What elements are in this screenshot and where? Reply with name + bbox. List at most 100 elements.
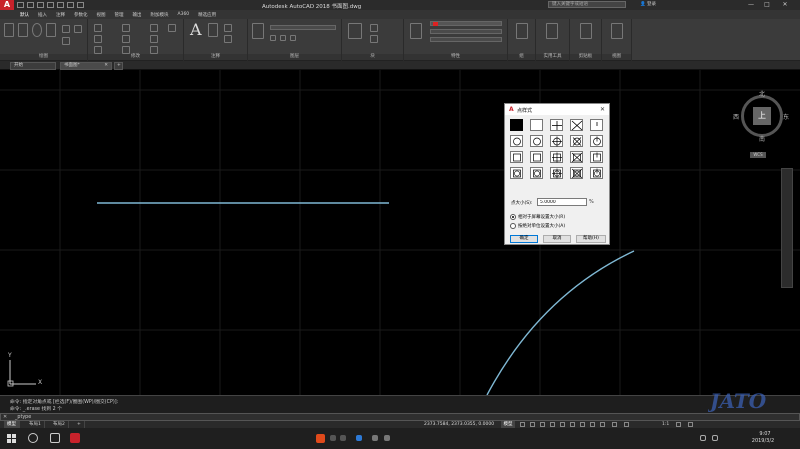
customization-icon[interactable]: [688, 422, 693, 427]
taskbar-clock-date[interactable]: 2019/3/2: [746, 438, 780, 444]
tray-icon-2[interactable]: [340, 435, 346, 441]
autocad-taskbar-icon[interactable]: [70, 433, 80, 443]
compass-north[interactable]: 北: [759, 89, 765, 98]
annotation-scale-value[interactable]: 1:1: [662, 422, 669, 427]
new-file-icon[interactable]: [17, 2, 24, 8]
wcs-menu[interactable]: WCS: [750, 152, 766, 158]
panel-block-title[interactable]: 块: [342, 54, 403, 60]
help-button[interactable]: 帮助(H): [576, 235, 606, 243]
redo-icon[interactable]: [77, 2, 84, 8]
tray-icon-3[interactable]: [356, 435, 362, 441]
search-input[interactable]: 键入关键字或短语: [548, 1, 626, 8]
scale-tool-icon[interactable]: [122, 46, 130, 54]
login-button[interactable]: 👤 登录: [640, 1, 656, 7]
tab-layout2[interactable]: 布局2: [50, 421, 69, 428]
layer-state-icon[interactable]: [270, 35, 276, 41]
osnap-toggle-icon[interactable]: [560, 422, 565, 427]
text-tool-icon[interactable]: A: [190, 20, 202, 39]
arc-tool-icon[interactable]: [46, 23, 56, 37]
radio-relative-label[interactable]: 相对于屏幕设置大小(R): [518, 214, 565, 220]
rectangle-tool-icon[interactable]: [62, 25, 70, 33]
point-style-circle-dot[interactable]: [510, 135, 523, 147]
save-as-icon[interactable]: [47, 2, 54, 8]
point-style-circle-square[interactable]: [530, 167, 543, 179]
point-style-circle-plus[interactable]: [550, 135, 563, 147]
command-close-icon[interactable]: ✕: [3, 414, 7, 420]
tray-icon-4[interactable]: [372, 435, 378, 441]
tab-start[interactable]: 开始: [10, 62, 56, 70]
trim-tool-icon[interactable]: [150, 24, 158, 32]
point-style-dot[interactable]: [510, 119, 523, 131]
view-icon[interactable]: [611, 23, 623, 39]
paste-icon[interactable]: [580, 23, 592, 39]
tab-close-icon[interactable]: ✕: [104, 63, 108, 69]
drawing-canvas[interactable]: [0, 70, 800, 395]
polar-toggle-icon[interactable]: [550, 422, 555, 427]
annotation-visibility-icon[interactable]: [612, 422, 617, 427]
annotation-scale-icon[interactable]: [624, 422, 629, 427]
viewcube[interactable]: 上 北 南 西 东: [733, 89, 789, 143]
panel-clipboard-title[interactable]: 剪贴板: [570, 54, 601, 60]
dialog-close-button[interactable]: ✕: [600, 106, 605, 113]
tab-home[interactable]: 默认: [20, 12, 29, 18]
add-layout-button[interactable]: +: [74, 421, 85, 428]
create-block-icon[interactable]: [370, 24, 378, 32]
input-method-icon[interactable]: [316, 434, 325, 443]
tab-annotate[interactable]: 注释: [56, 12, 65, 18]
color-dropdown[interactable]: [430, 21, 502, 26]
radio-relative-size[interactable]: [510, 214, 516, 220]
volume-icon[interactable]: [712, 435, 718, 441]
otrack-toggle-icon[interactable]: [570, 422, 575, 427]
point-style-circle-square-x[interactable]: [570, 167, 583, 179]
compass-west[interactable]: 西: [733, 112, 739, 121]
tab-a360[interactable]: A360: [178, 12, 190, 17]
minimize-button[interactable]: —: [744, 0, 758, 10]
tray-icon-5[interactable]: [384, 435, 390, 441]
point-style-square-dot[interactable]: [510, 151, 523, 163]
tab-addins[interactable]: 附加模块: [151, 12, 169, 18]
command-line[interactable]: ✕ _ptype: [0, 413, 800, 421]
line-tool-icon[interactable]: [4, 23, 14, 37]
arc-curve[interactable]: [486, 250, 635, 395]
viewcube-top-face[interactable]: 上: [753, 107, 771, 125]
layer-properties-icon[interactable]: [252, 23, 264, 39]
snap-toggle-icon[interactable]: [530, 422, 535, 427]
grid-toggle-icon[interactable]: [520, 422, 525, 427]
radio-absolute-size[interactable]: [510, 223, 516, 229]
layer-off-icon[interactable]: [280, 35, 286, 41]
command-input[interactable]: _ptype: [15, 415, 31, 420]
undo-icon[interactable]: [67, 2, 74, 8]
move-tool-icon[interactable]: [94, 24, 102, 32]
panel-groups-title[interactable]: 组: [508, 54, 535, 60]
radio-absolute-label[interactable]: 按绝对单位设置大小(A): [518, 223, 565, 229]
point-style-circle-tick[interactable]: [590, 135, 603, 147]
lineweight-dropdown[interactable]: [430, 37, 502, 42]
ok-button[interactable]: 确定: [510, 235, 538, 243]
workspace-icon[interactable]: [676, 422, 681, 427]
maximize-button[interactable]: □: [760, 0, 774, 10]
mirror-tool-icon[interactable]: [122, 35, 130, 43]
array-tool-icon[interactable]: [150, 46, 158, 54]
edit-block-icon[interactable]: [370, 35, 378, 43]
drawing-area[interactable]: [0, 70, 800, 395]
network-icon[interactable]: [700, 435, 706, 441]
point-style-plus[interactable]: [550, 119, 563, 131]
taskbar-clock-time[interactable]: 9:07: [750, 431, 780, 437]
point-style-square-tick[interactable]: [590, 151, 603, 163]
rotate-tool-icon[interactable]: [122, 24, 130, 32]
tab-model[interactable]: 模型: [4, 421, 20, 428]
point-style-square[interactable]: [530, 151, 543, 163]
compass-east[interactable]: 东: [783, 112, 789, 121]
erase-tool-icon[interactable]: [168, 24, 176, 32]
tab-insert[interactable]: 插入: [38, 12, 47, 18]
point-style-circle-x[interactable]: [570, 135, 583, 147]
measure-icon[interactable]: [546, 23, 558, 39]
point-style-circle[interactable]: [530, 135, 543, 147]
dialog-title-bar[interactable]: A 点样式 ✕: [505, 104, 609, 115]
point-style-tick[interactable]: [590, 119, 603, 131]
tab-parametric[interactable]: 参数化: [74, 12, 88, 18]
linetype-dropdown[interactable]: [430, 29, 502, 34]
navigation-bar[interactable]: [781, 168, 793, 288]
group-icon[interactable]: [516, 23, 528, 39]
copy-tool-icon[interactable]: [94, 35, 102, 43]
